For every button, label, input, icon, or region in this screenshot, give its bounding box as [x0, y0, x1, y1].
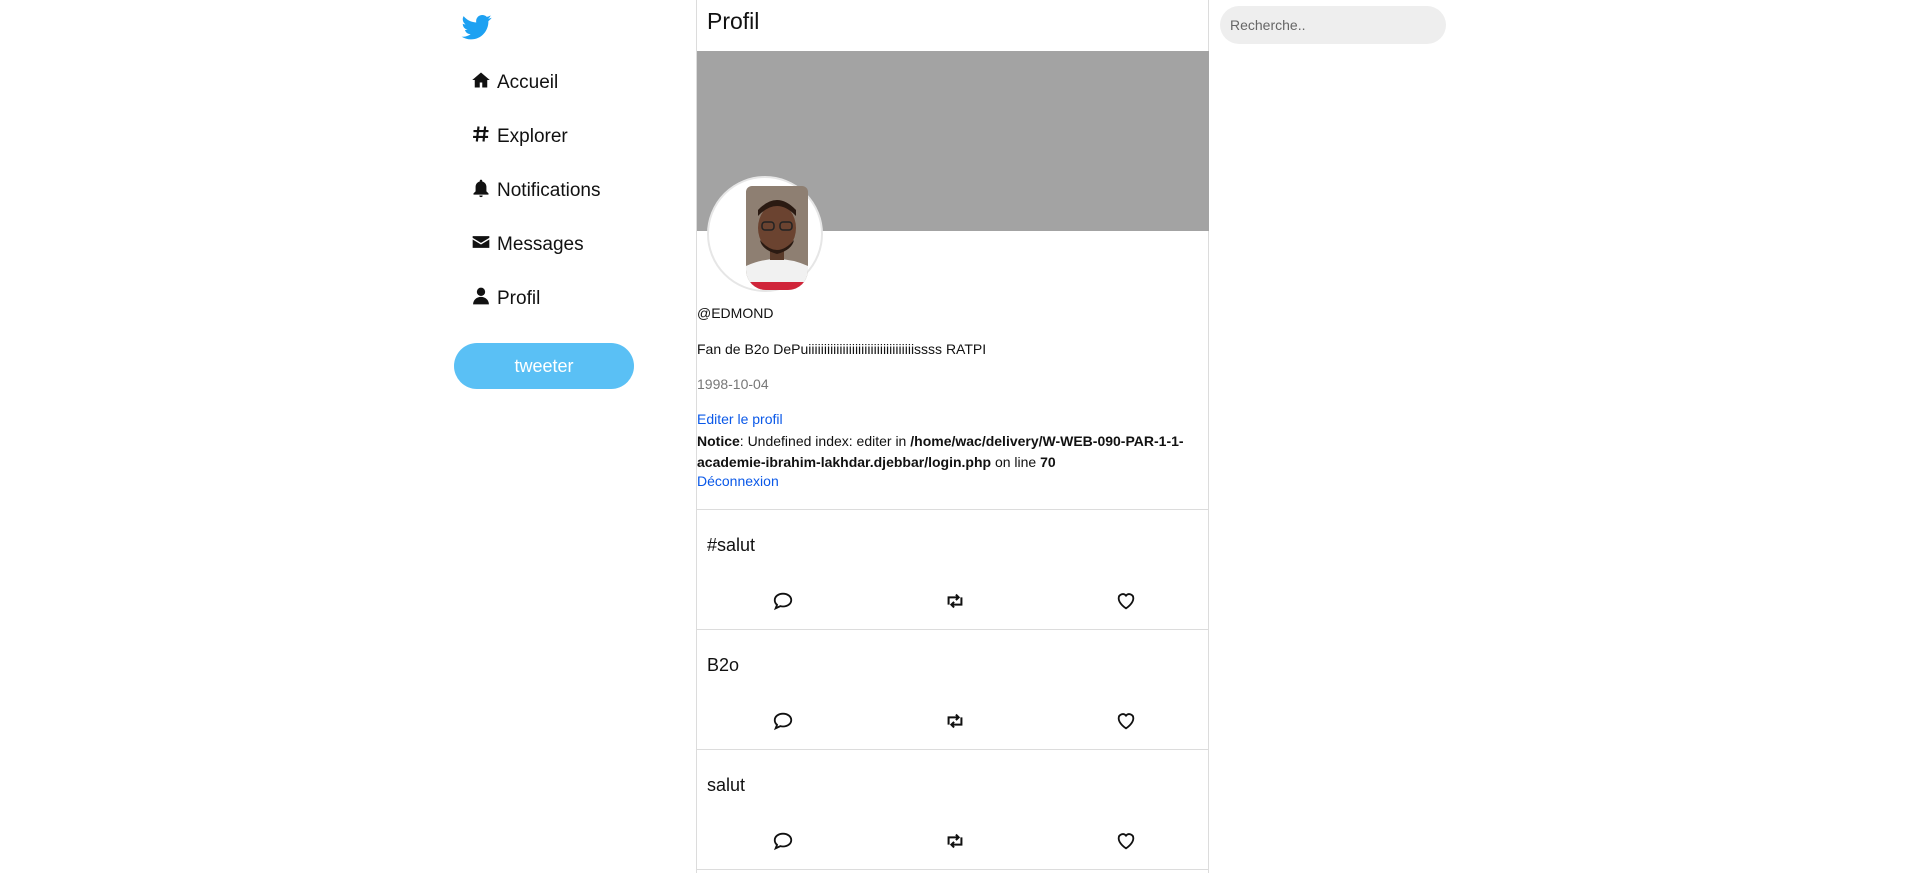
- twitter-bird-icon[interactable]: [461, 12, 493, 42]
- sidebar-item-profil[interactable]: Profil: [471, 286, 540, 312]
- comment-icon[interactable]: [772, 590, 794, 612]
- search-input[interactable]: [1220, 6, 1446, 44]
- sidebar-item-label: Notifications: [497, 180, 601, 201]
- page-title: Profil: [707, 8, 760, 34]
- tweet-item: #salut: [697, 510, 1209, 630]
- tweet-text: B2o: [707, 655, 740, 675]
- tweet-button[interactable]: tweeter: [454, 343, 634, 389]
- profile-handle: @EDMOND: [697, 305, 774, 321]
- notice-message: : Undefined index: editer in: [739, 433, 911, 449]
- app: Accueil Explorer Notifications Messages …: [0, 0, 1907, 873]
- home-icon: [471, 70, 491, 96]
- retweet-icon[interactable]: [944, 590, 966, 612]
- envelope-icon: [471, 232, 491, 258]
- bell-icon: [471, 178, 491, 204]
- retweet-icon[interactable]: [944, 830, 966, 852]
- profile-bio: Fan de B2o DePuiiiiiiiiiiiiiiiiiiiiiiiii…: [697, 341, 987, 357]
- notice-on-line: on line: [991, 454, 1041, 470]
- sidebar-item-explorer[interactable]: Explorer: [471, 124, 568, 150]
- sidebar-item-label: Messages: [497, 234, 584, 255]
- like-heart-icon[interactable]: [1115, 830, 1137, 852]
- sidebar-item-notifications[interactable]: Notifications: [471, 178, 601, 204]
- notice-label: Notice: [697, 433, 740, 449]
- sidebar-item-label: Explorer: [497, 126, 568, 147]
- sidebar-item-accueil[interactable]: Accueil: [471, 70, 558, 96]
- tweet-item: B2o: [697, 630, 1209, 750]
- user-icon: [471, 286, 491, 312]
- hashtag-icon: [471, 124, 491, 150]
- like-heart-icon[interactable]: [1115, 590, 1137, 612]
- notice-line-number: 70: [1040, 454, 1056, 470]
- like-heart-icon[interactable]: [1115, 710, 1137, 732]
- sidebar-item-label: Profil: [497, 288, 541, 309]
- sidebar-item-label: Accueil: [497, 72, 559, 93]
- php-notice: Notice: Undefined index: editer in /home…: [697, 431, 1207, 473]
- avatar-photo: [746, 186, 808, 290]
- avatar[interactable]: [707, 176, 823, 292]
- retweet-icon[interactable]: [944, 710, 966, 732]
- edit-profile-link[interactable]: Editer le profil: [697, 411, 783, 427]
- profile-column: Profil @EDMOND Fan de B2o DePuiiiiiiiiii…: [696, 0, 1209, 873]
- profile-birthdate: 1998-10-04: [697, 376, 769, 392]
- logout-link[interactable]: Déconnexion: [697, 473, 779, 489]
- tweet-text: #salut: [707, 535, 756, 555]
- sidebar-item-messages[interactable]: Messages: [471, 232, 584, 258]
- tweet-item: salut: [697, 750, 1209, 870]
- comment-icon[interactable]: [772, 830, 794, 852]
- tweet-text: salut: [707, 775, 746, 795]
- comment-icon[interactable]: [772, 710, 794, 732]
